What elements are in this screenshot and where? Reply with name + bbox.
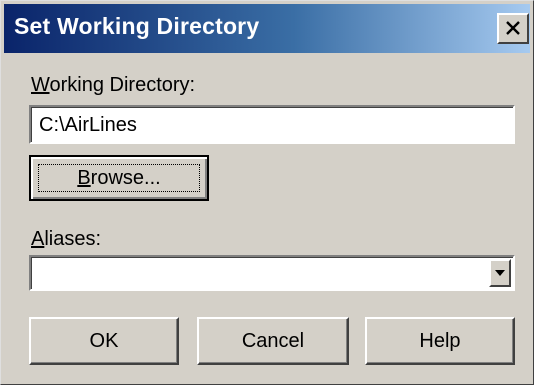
chevron-down-icon (495, 270, 505, 276)
aliases-label: Aliases: (31, 228, 102, 250)
aliases-dropdown-button[interactable] (489, 259, 511, 287)
working-directory-value: C:\AirLines (39, 114, 137, 136)
cancel-button[interactable]: Cancel (197, 317, 349, 365)
browse-label: Browse... (77, 166, 161, 189)
aliases-combobox[interactable] (29, 255, 515, 291)
set-working-directory-dialog: Set Working Directory Working Directory:… (0, 0, 534, 385)
close-icon (506, 21, 520, 35)
browse-button[interactable]: Browse... (29, 155, 209, 201)
ok-button[interactable]: OK (29, 317, 179, 365)
close-button[interactable] (497, 13, 529, 44)
working-directory-label: Working Directory: (31, 74, 196, 96)
working-directory-input[interactable]: C:\AirLines (29, 105, 515, 144)
title-bar[interactable]: Set Working Directory (4, 4, 530, 53)
dialog-title: Set Working Directory (14, 13, 260, 39)
help-button[interactable]: Help (365, 317, 515, 365)
